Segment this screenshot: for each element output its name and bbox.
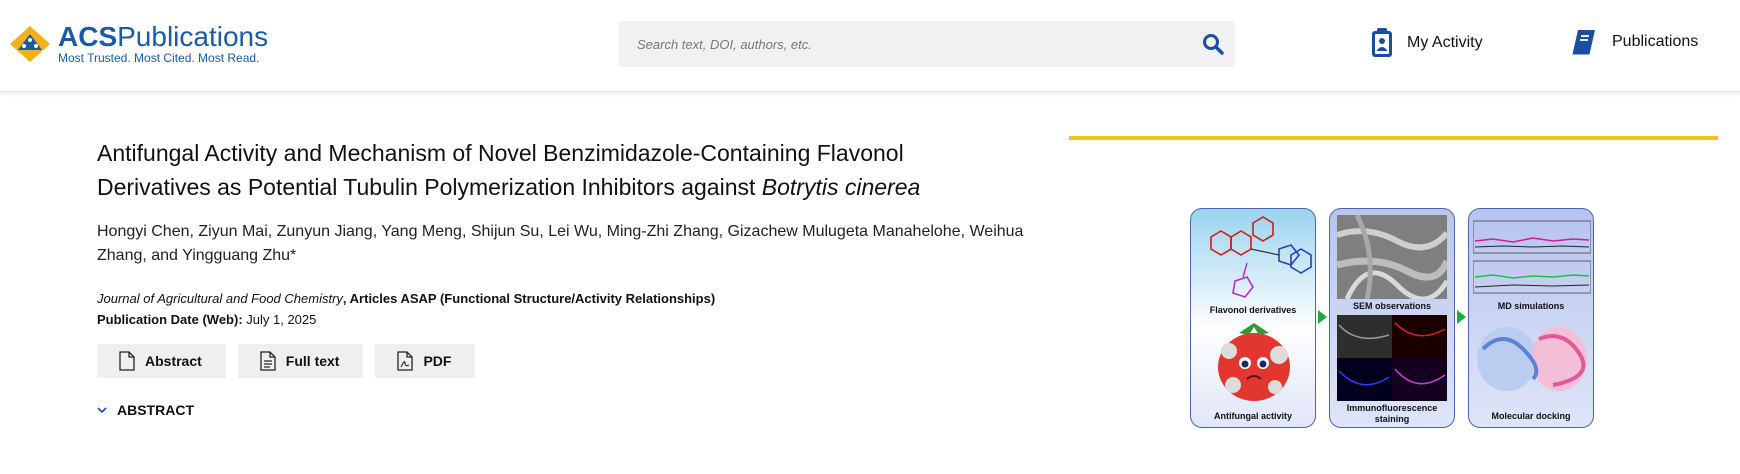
- caption-flavonol: Flavonol derivatives: [1209, 305, 1297, 315]
- toc-panel-simulation: MD simulations Molecular docking: [1468, 208, 1594, 428]
- species-name: Botrytis cinerea: [761, 174, 921, 200]
- clipboard-user-icon: [1372, 28, 1392, 57]
- arrow-right-icon: [1457, 310, 1466, 324]
- sem-image: [1337, 215, 1447, 299]
- publications-link[interactable]: Publications: [1570, 28, 1698, 56]
- abstract-toggle[interactable]: ABSTRACT: [97, 402, 1047, 418]
- journal-name[interactable]: Journal of Agricultural and Food Chemist…: [97, 291, 343, 306]
- toc-panel-microscopy: SEM observations Immunofluorescence stai…: [1329, 208, 1455, 428]
- caption-docking: Molecular docking: [1491, 411, 1571, 421]
- toc-accent-bar: [1069, 136, 1718, 140]
- toc-panel-flavonol: Flavonol derivatives Antifungal activity: [1190, 208, 1316, 428]
- arrow-right-icon: [1318, 310, 1327, 324]
- my-activity-link[interactable]: My Activity: [1371, 28, 1483, 58]
- tomato-cartoon-illustration: [1218, 323, 1290, 401]
- logo-wordmark: ACSPublications: [58, 21, 269, 52]
- book-icon: [1572, 30, 1595, 55]
- logo-tagline: Most Trusted. Most Cited. Most Read.: [58, 51, 260, 65]
- document-icon: [119, 351, 135, 371]
- search-icon[interactable]: [1201, 32, 1225, 56]
- search-bar: [619, 21, 1235, 67]
- author-list[interactable]: Hongyi Chen, Ziyun Mai, Zunyun Jiang, Ya…: [97, 220, 1047, 268]
- publication-date-label: Publication Date (Web):: [97, 312, 243, 327]
- caption-immuno: Immunofluorescence staining: [1346, 403, 1438, 424]
- fulltext-button[interactable]: Full text: [237, 344, 364, 378]
- document-text-icon: [260, 351, 276, 371]
- pdf-icon: [397, 351, 414, 371]
- caption-antifungal: Antifungal activity: [1213, 411, 1292, 421]
- search-input[interactable]: [637, 34, 1177, 54]
- article-title[interactable]: Antifungal Activity and Mechanism of Nov…: [97, 136, 1047, 204]
- abstract-button[interactable]: Abstract: [97, 344, 226, 378]
- article-actions: Abstract Full text PDF: [97, 344, 1047, 378]
- journal-info: Journal of Agricultural and Food Chemist…: [97, 288, 1047, 309]
- acs-logo-icon: [10, 26, 50, 62]
- toc-graphic[interactable]: Flavonol derivatives Antifungal activity…: [1190, 208, 1596, 430]
- caption-md: MD simulations: [1497, 301, 1565, 311]
- pdf-button[interactable]: PDF: [375, 344, 476, 378]
- acs-logo[interactable]: ACSPublications Most Trusted. Most Cited…: [8, 22, 268, 66]
- chevron-down-icon: [97, 406, 107, 413]
- md-trajectory-plot: [1473, 220, 1591, 294]
- molecule-structure-illustration: [1210, 216, 1312, 298]
- my-activity-label: My Activity: [1407, 34, 1483, 51]
- publications-label: Publications: [1612, 33, 1699, 50]
- publication-date: Publication Date (Web): July 1, 2025: [97, 309, 1047, 330]
- journal-section: , Articles ASAP (Functional Structure/Ac…: [342, 291, 716, 306]
- immunofluorescence-image: [1337, 315, 1447, 401]
- caption-sem: SEM observations: [1352, 301, 1432, 311]
- article-summary: Antifungal Activity and Mechanism of Nov…: [97, 136, 1047, 418]
- protein-docking-illustration: [1477, 327, 1587, 391]
- site-header: ACSPublications Most Trusted. Most Cited…: [0, 0, 1740, 92]
- publication-date-value: July 1, 2025: [242, 312, 317, 327]
